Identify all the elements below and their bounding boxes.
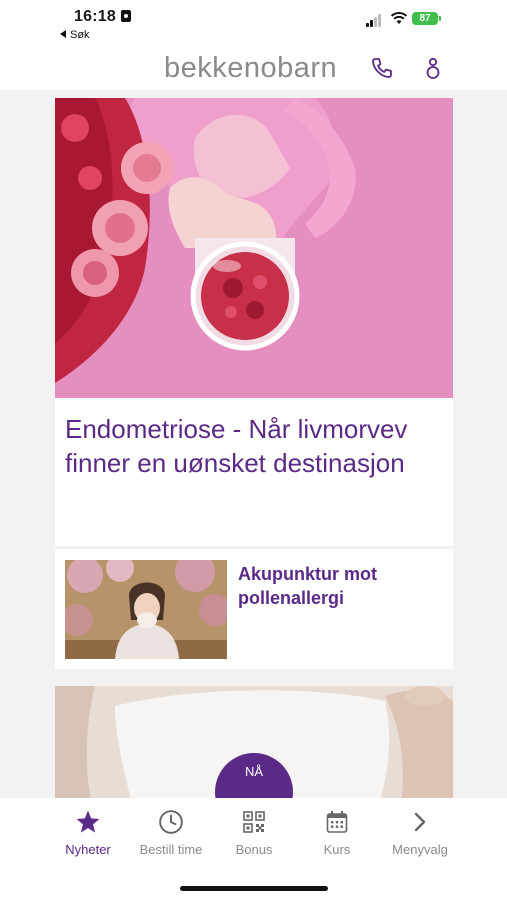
status-bar: 16:18 Søk 87	[0, 0, 507, 46]
featured-article-title[interactable]: Endometriose - Når livmorvev finner en u…	[65, 412, 445, 480]
phone-icon[interactable]	[370, 56, 394, 80]
article-title[interactable]: Akupunktur mot pollenallergi	[238, 562, 438, 610]
star-icon	[76, 810, 100, 833]
bottom-tab-bar: Nyheter Bestill time Bonus Kurs Menyvalg	[0, 798, 507, 900]
news-feed[interactable]: Endometriose - Når livmorvev finner en u…	[0, 90, 507, 798]
tab-label: Menyvalg	[392, 842, 448, 857]
article-thumbnail	[65, 560, 227, 659]
status-time: 16:18	[74, 8, 116, 25]
battery-indicator: 87	[412, 12, 441, 25]
calendar-icon	[326, 811, 348, 833]
wifi-icon	[390, 12, 408, 24]
featured-article-card[interactable]: Endometriose - Når livmorvev finner en u…	[55, 98, 453, 546]
cellular-signal-icon	[366, 13, 386, 27]
qr-code-icon	[243, 811, 265, 833]
home-indicator[interactable]	[180, 886, 328, 891]
profile-icon[interactable]	[424, 56, 442, 80]
back-to-search-link[interactable]: Søk	[60, 29, 90, 41]
chevron-right-icon	[414, 812, 426, 832]
back-arrow-icon	[60, 30, 66, 38]
tab-menyvalg[interactable]: Menyvalg	[370, 808, 470, 857]
app-header: bekkenobarn	[0, 46, 507, 90]
back-label: Søk	[70, 29, 90, 41]
article-card[interactable]: Akupunktur mot pollenallergi	[55, 549, 453, 669]
clock-icon	[159, 810, 183, 834]
battery-level: 87	[419, 13, 431, 24]
orientation-lock-icon	[121, 10, 131, 22]
featured-article-image	[55, 98, 453, 398]
now-button-label: NÅ	[244, 764, 264, 779]
brand-logo: bekkenobarn	[164, 52, 338, 84]
